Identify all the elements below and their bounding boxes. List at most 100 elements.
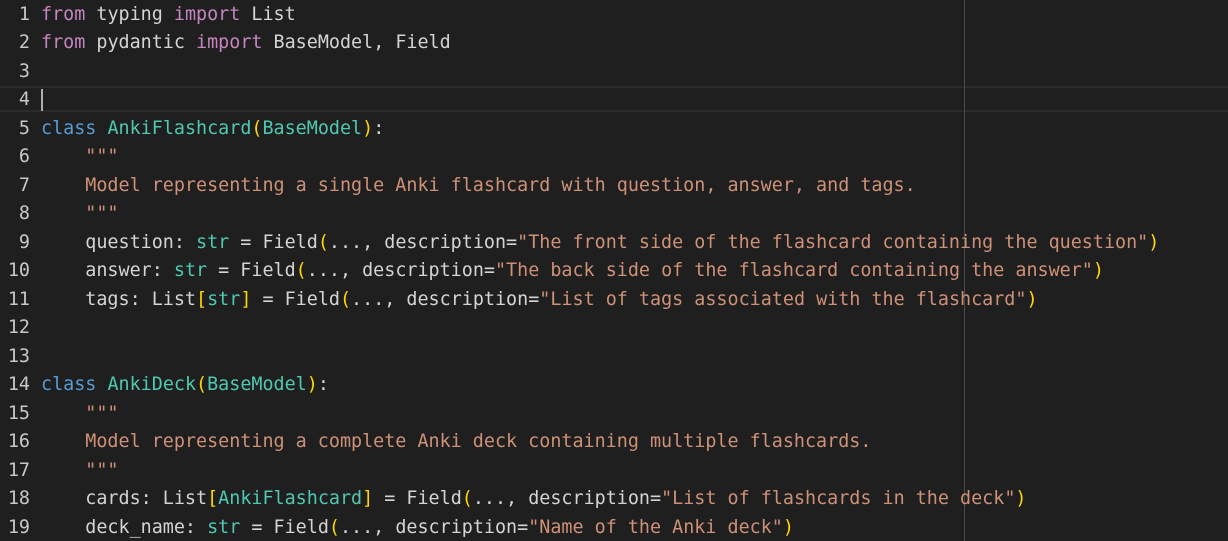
code-text[interactable]: class AnkiFlashcard(BaseModel): (41, 115, 384, 144)
code-token: : (317, 374, 329, 395)
code-token: ..., description= (351, 288, 540, 310)
line-number: 14 (7, 374, 30, 395)
code-line[interactable]: 16 Model representing a complete Anki de… (0, 428, 1228, 457)
code-token: ( (328, 516, 340, 538)
code-text[interactable]: cards: List[AnkiFlashcard] = Field(..., … (41, 485, 1026, 514)
code-line[interactable]: 13 (0, 343, 1228, 372)
code-token: = Field (251, 288, 340, 310)
code-token: ..., description= (328, 231, 518, 253)
code-line[interactable]: 11 tags: List[str] = Field(..., descript… (0, 286, 1228, 315)
code-line[interactable]: 6 """ (0, 143, 1228, 172)
code-token: AnkiFlashcard (107, 117, 252, 139)
code-token: : (373, 117, 385, 139)
code-token: str (207, 516, 241, 538)
line-number: 9 (18, 231, 30, 253)
code-token: "The front side of the flashcard contain… (517, 231, 1149, 253)
code-text[interactable]: from typing import List (41, 1, 296, 30)
code-token: """ (41, 402, 119, 424)
code-token: str (196, 231, 230, 253)
code-token: "The back side of the flashcard containi… (494, 260, 1093, 281)
code-line[interactable]: 10 answer: str = Field(..., description=… (0, 257, 1228, 286)
code-line[interactable]: 3 (0, 58, 1228, 87)
line-number: 16 (7, 431, 30, 452)
code-token: ( (295, 260, 307, 281)
code-text[interactable]: deck_name: str = Field(..., description=… (41, 514, 794, 541)
code-token: = Field (207, 260, 296, 281)
code-token: "Name of the Anki deck" (528, 516, 783, 538)
code-token: ) (1148, 231, 1160, 253)
code-text[interactable]: answer: str = Field(..., description="Th… (41, 257, 1104, 286)
code-token: = Field (373, 488, 462, 509)
code-line[interactable]: 18 cards: List[AnkiFlashcard] = Field(..… (0, 485, 1228, 514)
code-token: ) (1026, 288, 1038, 310)
code-token: "List of tags associated with the flashc… (539, 288, 1027, 310)
code-line[interactable]: 7 Model representing a single Anki flash… (0, 172, 1228, 201)
code-text[interactable]: question: str = Field(..., description="… (41, 229, 1159, 258)
code-token: ) (1092, 260, 1104, 281)
code-token: ( (196, 374, 208, 395)
code-text[interactable]: """ (41, 400, 119, 429)
code-line[interactable]: 1 from typing import List (0, 1, 1228, 30)
code-line[interactable]: 12 (0, 314, 1228, 343)
code-line[interactable]: 8 """ (0, 200, 1228, 229)
code-text[interactable]: tags: List[str] = Field(..., description… (41, 286, 1038, 315)
code-token: AnkiDeck (107, 374, 197, 395)
line-number: 15 (7, 402, 30, 424)
code-token: import (196, 32, 263, 53)
code-token: import (173, 3, 241, 25)
code-token: = Field (229, 231, 318, 253)
code-text[interactable]: """ (41, 143, 119, 172)
line-number: 4 (18, 89, 30, 110)
line-number: 12 (7, 317, 30, 338)
code-token: cards: List (41, 488, 208, 509)
code-token: class (41, 374, 97, 395)
code-token: str (207, 288, 241, 310)
code-line[interactable]: 17 """ (0, 457, 1228, 486)
code-text[interactable]: """ (41, 200, 118, 229)
code-line[interactable]: 4 (0, 86, 1228, 115)
code-token: ( (339, 288, 352, 310)
line-number: 13 (7, 345, 30, 367)
code-line[interactable]: 9 question: str = Field(..., description… (0, 229, 1228, 258)
line-number: 18 (7, 488, 30, 509)
code-token: ) (362, 117, 374, 139)
code-token: ] (240, 288, 252, 310)
line-number: 5 (18, 117, 30, 139)
code-line[interactable]: 5 class AnkiFlashcard(BaseModel): (0, 115, 1228, 144)
text-cursor (41, 89, 43, 111)
line-number: 3 (18, 60, 30, 82)
code-token: List (240, 3, 296, 25)
code-token: ( (251, 117, 263, 139)
code-text[interactable]: """ (41, 457, 119, 486)
code-text[interactable]: class AnkiDeck(BaseModel): (41, 371, 329, 400)
code-text[interactable]: Model representing a single Anki flashca… (41, 172, 915, 201)
code-token: "List of flashcards in the deck" (661, 488, 1016, 509)
code-token: ) (306, 374, 318, 395)
line-number: 7 (18, 174, 30, 196)
line-number: 8 (18, 203, 30, 224)
code-text[interactable]: from pydantic import BaseModel, Field (41, 29, 451, 58)
code-token: ) (1015, 488, 1027, 509)
code-token: ) (782, 516, 794, 538)
code-token: typing (85, 3, 174, 25)
line-number: 10 (7, 260, 30, 281)
code-line[interactable]: 14 class AnkiDeck(BaseModel): (0, 371, 1228, 400)
code-token: """ (41, 459, 119, 481)
line-number: 17 (7, 459, 30, 481)
code-token: ..., description= (306, 260, 495, 281)
code-token: = Field (240, 516, 329, 538)
code-token: AnkiFlashcard (218, 488, 363, 509)
code-text[interactable]: Model representing a complete Anki deck … (41, 428, 871, 457)
code-token: BaseModel (207, 374, 307, 395)
code-line[interactable]: 19 deck_name: str = Field(..., descripti… (0, 514, 1228, 541)
code-editor[interactable]: 1 from typing import List 2 from pydantic i… (0, 0, 1228, 541)
code-token: question: (41, 231, 197, 253)
code-token: str (173, 260, 208, 281)
code-token: [ (207, 488, 219, 509)
code-token: """ (41, 146, 119, 167)
code-line[interactable]: 2 from pydantic import BaseModel, Field (0, 29, 1228, 58)
line-number: 11 (7, 288, 30, 310)
code-line[interactable]: 15 """ (0, 400, 1228, 429)
